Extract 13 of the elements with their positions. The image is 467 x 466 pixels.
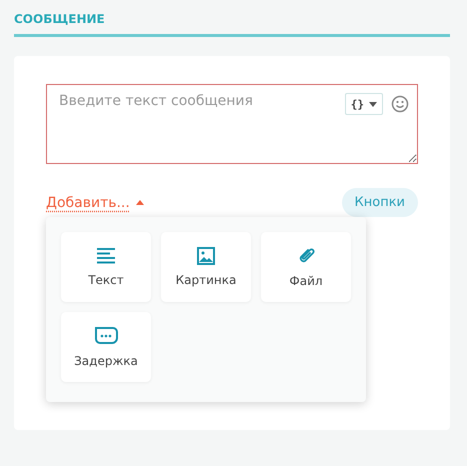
menu-tile[interactable]: Текст xyxy=(61,232,151,302)
speech-bubble-icon xyxy=(94,326,118,346)
message-field[interactable]: Введите текст сообщения {} xyxy=(46,84,418,164)
smiley-icon[interactable] xyxy=(391,95,409,113)
image-icon xyxy=(196,247,216,265)
caret-icon xyxy=(369,102,377,106)
menu-tile[interactable]: Файл xyxy=(261,232,351,302)
menu-tile[interactable]: Задержка xyxy=(61,312,151,382)
variable-dropdown[interactable]: {} xyxy=(344,93,383,115)
menu-tile[interactable]: Картинка xyxy=(161,232,251,302)
caret-icon xyxy=(136,200,144,205)
text-lines-icon xyxy=(96,247,116,265)
section-title: СООБЩЕНИЕ xyxy=(14,10,450,37)
